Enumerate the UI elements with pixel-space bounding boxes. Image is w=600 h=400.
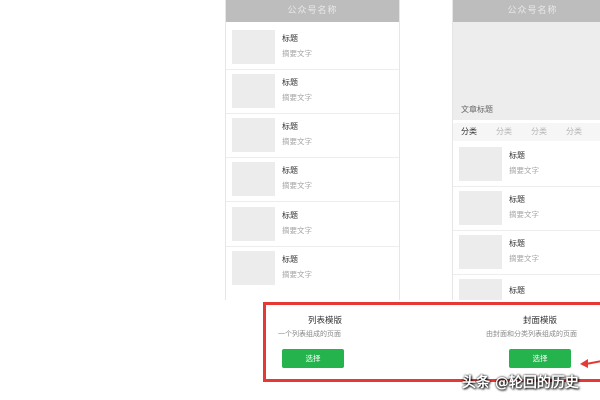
list-template-name: 列表模版 <box>308 316 343 326</box>
thumbnail-placeholder <box>232 207 275 241</box>
article-summary: 摘要文字 <box>509 166 539 175</box>
account-name-header: 公众号名称 <box>226 0 399 22</box>
thumbnail-placeholder <box>232 30 275 64</box>
list-item: 标题 摘要文字 <box>459 191 600 227</box>
watermark: 头条 @轮回的历史 <box>462 375 579 391</box>
article-summary: 摘要文字 <box>282 93 312 102</box>
category-tab[interactable]: 分类 <box>566 126 582 137</box>
select-list-template-button[interactable]: 选择 <box>282 349 344 368</box>
article-title: 标题 <box>282 211 298 220</box>
list-item: 标题 摘要文字 <box>459 235 600 271</box>
divider <box>453 230 600 231</box>
divider <box>453 186 600 187</box>
thumbnail-placeholder <box>232 118 275 152</box>
article-summary: 摘要文字 <box>282 49 312 58</box>
thumbnail-placeholder <box>232 162 275 196</box>
thumbnail-placeholder <box>459 147 502 181</box>
article-title: 标题 <box>509 195 525 204</box>
cover-template-description: 由封面和分类列表组成的页面 <box>486 330 577 338</box>
category-tab[interactable]: 分类 <box>496 126 512 137</box>
category-tab[interactable]: 分类 <box>531 126 547 137</box>
thumbnail-placeholder <box>232 251 275 285</box>
list-item: 标题 摘要文字 <box>232 251 393 287</box>
list-item: 标题 摘要文字 <box>232 162 393 198</box>
list-item: 标题 摘要文字 <box>459 147 600 183</box>
divider <box>226 69 399 70</box>
list-item: 标题 摘要文字 <box>232 118 393 154</box>
cover-template-preview: 公众号名称 文章标题 分类 分类 分类 分类 标题 摘要文字 标题 摘要文字 标… <box>452 0 600 300</box>
thumbnail-placeholder <box>232 74 275 108</box>
account-name-header: 公众号名称 <box>453 0 600 22</box>
select-cover-template-button[interactable]: 选择 <box>509 349 571 368</box>
divider <box>226 201 399 202</box>
article-title: 标题 <box>509 239 525 248</box>
list-item: 标题 <box>459 279 600 300</box>
article-summary: 摘要文字 <box>509 254 539 263</box>
article-title: 标题 <box>509 286 525 295</box>
divider <box>453 274 600 275</box>
list-template-preview: 公众号名称 标题 摘要文字 标题 摘要文字 标题 摘要文字 标题 摘要文字 标题… <box>225 0 400 300</box>
divider <box>226 113 399 114</box>
template-selection-panel: 列表模版 一个列表组成的页面 选择 封面模版 由封面和分类列表组成的页面 选择 <box>263 302 600 382</box>
article-summary: 摘要文字 <box>282 270 312 279</box>
category-tab[interactable]: 分类 <box>461 126 477 137</box>
article-summary: 摘要文字 <box>282 181 312 190</box>
thumbnail-placeholder <box>459 191 502 225</box>
list-item: 标题 摘要文字 <box>232 207 393 243</box>
thumbnail-placeholder <box>459 235 502 269</box>
list-item: 标题 摘要文字 <box>232 74 393 110</box>
article-title: 标题 <box>282 34 298 43</box>
article-title: 标题 <box>282 78 298 87</box>
list-item: 标题 摘要文字 <box>232 30 393 66</box>
cover-template-name: 封面模版 <box>523 316 558 326</box>
article-title: 标题 <box>282 166 298 175</box>
divider <box>226 246 399 247</box>
divider <box>226 157 399 158</box>
thumbnail-placeholder <box>459 279 502 300</box>
article-title: 标题 <box>282 255 298 264</box>
category-tabs: 分类 分类 分类 分类 <box>453 123 600 141</box>
list-template-description: 一个列表组成的页面 <box>278 330 341 338</box>
article-title: 标题 <box>509 151 525 160</box>
article-summary: 摘要文字 <box>509 210 539 219</box>
article-summary: 摘要文字 <box>282 226 312 235</box>
article-title: 标题 <box>282 122 298 131</box>
cover-article-title: 文章标题 <box>461 105 493 114</box>
article-summary: 摘要文字 <box>282 137 312 146</box>
annotation-arrow-icon <box>580 359 600 368</box>
